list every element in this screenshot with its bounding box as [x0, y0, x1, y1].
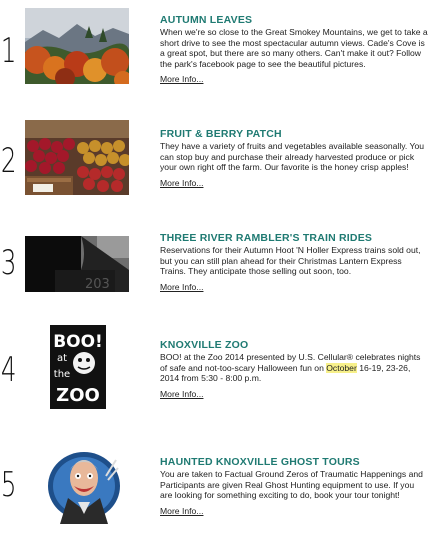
item-number: 1 — [0, 31, 17, 71]
more-info-link[interactable]: More Info... — [160, 506, 203, 517]
svg-text:BOO!: BOO! — [53, 332, 103, 352]
svg-text:ZOO: ZOO — [56, 385, 100, 406]
item-title: HAUNTED KNOXVILLE GHOST TOURS — [160, 456, 360, 468]
item-description: You are taken to Factual Ground Zeros of… — [160, 469, 423, 501]
item-title: KNOXVILLE ZOO — [160, 339, 249, 351]
fruit-stand-photo — [25, 120, 129, 195]
item-number: 5 — [0, 465, 17, 505]
autumn-leaves-photo — [25, 8, 129, 84]
item-number: 3 — [0, 243, 17, 283]
more-info-link[interactable]: More Info... — [160, 74, 203, 85]
train-photo: 203 — [25, 236, 129, 292]
svg-text:the: the — [54, 369, 70, 380]
item-description: When we're so close to the Great Smokey … — [160, 27, 428, 69]
item-description: Reservations for their Autumn Hoot 'N Ho… — [160, 245, 421, 277]
item-title: FRUIT & BERRY PATCH — [160, 128, 282, 140]
item-title: AUTUMN LEAVES — [160, 14, 253, 26]
more-info-link[interactable]: More Info... — [160, 178, 203, 189]
item-number: 2 — [0, 141, 17, 181]
boo-at-the-zoo-logo: BOO! at the ZOO — [50, 325, 106, 409]
svg-text:at: at — [57, 353, 67, 364]
more-info-link[interactable]: More Info... — [160, 389, 203, 400]
item-description: BOO! at the Zoo 2014 presented by U.S. C… — [160, 352, 421, 384]
train-number-plate: 203 — [85, 277, 110, 292]
ghost-tour-guide-logo — [44, 440, 124, 524]
item-number: 4 — [0, 350, 17, 390]
item-description: They have a variety of fruits and vegeta… — [160, 141, 425, 173]
item-title: THREE RIVER RAMBLER'S TRAIN RIDES — [160, 232, 373, 244]
more-info-link[interactable]: More Info... — [160, 282, 203, 293]
highlight-october: October — [326, 362, 357, 373]
